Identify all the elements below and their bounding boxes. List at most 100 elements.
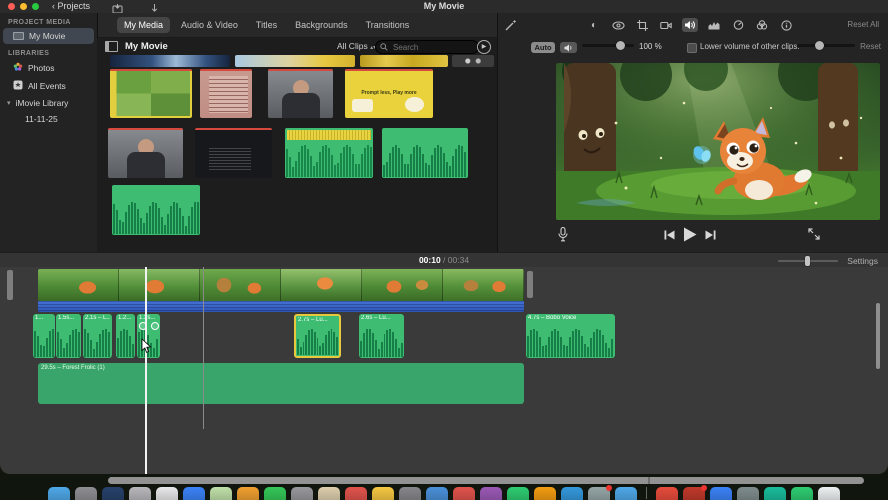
audio-clip[interactable]: 2.1s – L... xyxy=(83,314,112,358)
info-icon[interactable] xyxy=(778,18,794,32)
dock-icon[interactable] xyxy=(710,487,732,500)
filters-icon[interactable] xyxy=(754,18,770,32)
tab-backgrounds[interactable]: Backgrounds xyxy=(288,17,355,33)
dock-icon[interactable] xyxy=(291,487,313,500)
tab-titles[interactable]: Titles xyxy=(249,17,284,33)
previous-frame-button[interactable] xyxy=(664,230,675,240)
color-balance-icon[interactable]: ◐ xyxy=(586,18,602,32)
play-button[interactable] xyxy=(683,227,697,242)
crop-icon[interactable] xyxy=(634,18,650,32)
sidebar-item-library-date[interactable]: 11-11-25 xyxy=(3,111,94,127)
video-clip-filmstrip[interactable] xyxy=(38,269,524,301)
media-thumbnail-strip-yellow[interactable] xyxy=(360,55,448,67)
media-thumbnail-audio-yellow[interactable] xyxy=(285,128,373,178)
stabilization-icon[interactable] xyxy=(658,18,674,32)
trash-icon[interactable] xyxy=(818,487,840,500)
disclosure-triangle-icon[interactable]: ▾ xyxy=(7,99,11,107)
audio-clip[interactable]: 2.6s – Lu... xyxy=(359,314,404,358)
fade-handle[interactable] xyxy=(151,322,159,330)
reset-all-button[interactable]: Reset All xyxy=(847,20,879,29)
dock-icon[interactable] xyxy=(507,487,529,500)
media-thumbnail-strip-gradient[interactable] xyxy=(235,55,355,67)
speed-icon[interactable] xyxy=(730,18,746,32)
dock-icon[interactable] xyxy=(588,485,612,500)
dock-icon[interactable] xyxy=(737,487,759,500)
media-thumbnail-person[interactable] xyxy=(268,69,333,118)
sidebar-item-imovie-library[interactable]: ▾ iMovie Library xyxy=(3,95,94,111)
clip-trim-handle-left[interactable] xyxy=(7,270,13,300)
dock-icon[interactable] xyxy=(656,487,678,500)
lower-volume-checkbox[interactable] xyxy=(687,43,697,53)
dock-icon[interactable] xyxy=(683,485,707,500)
dock-icon[interactable] xyxy=(102,487,124,500)
media-thumbnail-audio-green[interactable] xyxy=(382,128,468,178)
browser-play-button[interactable]: ▶ xyxy=(477,40,491,54)
audio-clip-selected[interactable]: 2.7s – Lu... xyxy=(294,314,341,358)
record-voiceover-icon[interactable] xyxy=(558,227,568,242)
search-field[interactable] xyxy=(375,40,479,54)
next-frame-button[interactable] xyxy=(705,230,716,240)
media-thumbnail-fox-grid[interactable] xyxy=(110,69,192,118)
dock-icon[interactable] xyxy=(791,487,813,500)
audio-clip[interactable]: 4.7s – Bobo Voice xyxy=(526,314,615,358)
timeline-zoom-slider[interactable] xyxy=(778,255,838,266)
horizontal-scrollbar[interactable] xyxy=(108,477,864,484)
media-thumbnail-note[interactable] xyxy=(200,69,252,118)
media-thumbnail-terminal[interactable] xyxy=(195,128,272,178)
dock-icon[interactable] xyxy=(129,487,151,500)
media-thumbnail-promo[interactable]: Prompt less, Play more xyxy=(345,69,433,118)
volume-controls: Auto 100 % Lower volume of other clips: … xyxy=(498,40,888,58)
auto-volume-button[interactable]: Auto xyxy=(531,42,555,53)
media-thumbnail-strip-blue[interactable] xyxy=(110,55,230,67)
tab-audio-video[interactable]: Audio & Video xyxy=(174,17,245,33)
search-input[interactable] xyxy=(391,41,465,53)
reset-button[interactable]: Reset xyxy=(860,42,881,51)
lower-volume-slider[interactable] xyxy=(797,40,855,51)
dock-icon[interactable] xyxy=(426,487,448,500)
color-correction-icon[interactable] xyxy=(610,18,626,32)
fullscreen-button[interactable] xyxy=(808,228,820,240)
dock-icon[interactable] xyxy=(237,487,259,500)
audio-clip-label: 1.3s... xyxy=(139,315,156,321)
noise-reduction-icon[interactable] xyxy=(706,18,722,32)
clip-trim-handle-right[interactable] xyxy=(527,271,533,298)
sidebar-item-my-movie[interactable]: My Movie xyxy=(3,28,94,44)
dock-icon[interactable] xyxy=(210,487,232,500)
dock-icon[interactable] xyxy=(75,487,97,500)
audio-clip[interactable]: 1... xyxy=(33,314,55,358)
dock-icon[interactable] xyxy=(264,487,286,500)
dock-icon[interactable] xyxy=(534,487,556,500)
dock-icon[interactable] xyxy=(764,487,786,500)
dock-icon[interactable] xyxy=(345,487,367,500)
tab-my-media[interactable]: My Media xyxy=(117,17,171,33)
audio-clip[interactable]: 1.2... xyxy=(116,314,135,358)
mute-button[interactable] xyxy=(560,42,577,53)
sidebar-toggle-icon[interactable] xyxy=(105,41,118,52)
video-clip-audio-track[interactable] xyxy=(38,301,524,312)
dock-icon[interactable] xyxy=(318,487,340,500)
background-music-clip[interactable]: 29.5s – Forest Frolic (1) xyxy=(38,363,524,404)
clip-filter-dropdown[interactable]: All Clips ▴▾ xyxy=(337,41,376,51)
dock-icon[interactable] xyxy=(399,487,421,500)
volume-slider[interactable] xyxy=(582,40,634,51)
tab-transitions[interactable]: Transitions xyxy=(359,17,417,33)
dock-icon[interactable] xyxy=(480,487,502,500)
dock-icon[interactable] xyxy=(453,487,475,500)
dock-icon[interactable] xyxy=(372,487,394,500)
dock-icon[interactable] xyxy=(48,487,70,500)
volume-icon[interactable] xyxy=(682,18,698,32)
dock-icon[interactable] xyxy=(561,487,583,500)
dock-icon[interactable] xyxy=(156,487,178,500)
dock-icon[interactable] xyxy=(615,487,637,500)
media-thumbnail-audio-green[interactable] xyxy=(112,185,200,235)
audio-clip[interactable]: 1.5s... xyxy=(56,314,81,358)
sidebar-item-photos[interactable]: Photos xyxy=(3,59,94,77)
media-thumbnail-person[interactable] xyxy=(108,128,183,178)
timeline-vertical-scrollbar[interactable] xyxy=(876,303,880,369)
enhance-wand-icon[interactable] xyxy=(504,19,517,37)
dock-icon[interactable] xyxy=(183,487,205,500)
timeline-settings-button[interactable]: Settings xyxy=(847,256,878,266)
media-thumbnail-strip-figures[interactable] xyxy=(452,55,494,67)
sidebar-item-all-events[interactable]: All Events xyxy=(3,77,94,95)
playhead[interactable] xyxy=(145,267,147,474)
